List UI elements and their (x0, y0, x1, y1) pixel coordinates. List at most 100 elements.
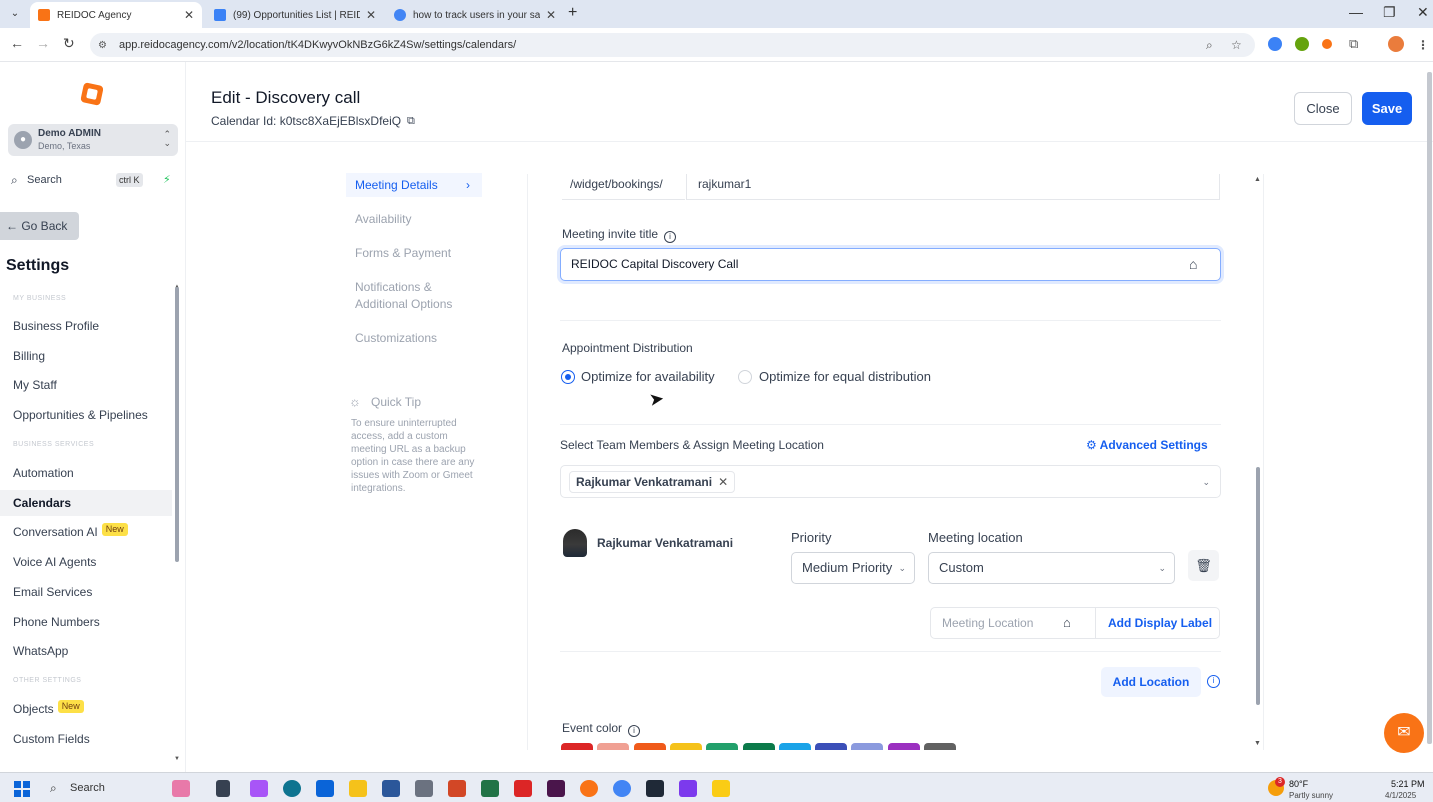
meeting-location-input[interactable]: Meeting Location (942, 616, 1033, 630)
firefox-icon[interactable] (580, 780, 598, 797)
tab-search-icon[interactable]: ⌄ (6, 6, 24, 22)
sidebar-item-opportunities[interactable]: Opportunities & Pipelines (0, 402, 172, 428)
file-explorer-icon[interactable] (349, 780, 367, 797)
radio-equal-distribution[interactable] (738, 370, 752, 384)
browser-tab[interactable]: REIDOC Agency ✕ (30, 2, 202, 28)
windows-start-icon[interactable] (14, 781, 30, 797)
color-swatch[interactable] (669, 743, 702, 750)
new-tab-icon[interactable]: + (568, 4, 577, 22)
excel-icon[interactable] (481, 780, 499, 797)
word-icon[interactable] (382, 780, 400, 797)
radio-optimize-availability[interactable] (561, 370, 575, 384)
copilot-icon[interactable] (250, 780, 268, 797)
zoom-icon[interactable]: ⌕ (1206, 38, 1213, 53)
clock-date[interactable]: 4/1/2025 (1385, 791, 1416, 800)
sidebar-scrollbar[interactable] (175, 287, 179, 562)
extension-icon[interactable] (1295, 37, 1309, 51)
clock-time[interactable]: 5:21 PM (1391, 779, 1425, 789)
sticky-notes-icon[interactable] (712, 780, 730, 797)
minimize-icon[interactable]: — (1349, 4, 1363, 20)
priority-select[interactable]: Medium Priority ⌄ (791, 552, 915, 584)
profile-avatar[interactable] (1388, 36, 1404, 52)
color-swatch[interactable] (887, 743, 920, 750)
scroll-down-icon[interactable]: ▼ (1254, 740, 1261, 747)
sidebar-item-voice-ai[interactable]: Voice AI Agents (0, 549, 172, 575)
url-field[interactable]: ⚙ app.reidocagency.com/v2/location/tK4DK… (90, 33, 1255, 57)
page-scrollbar[interactable] (1427, 72, 1432, 744)
close-icon[interactable]: ✕ (546, 8, 556, 22)
step-forms-payment[interactable]: Forms & Payment (346, 245, 482, 262)
info-icon[interactable]: i (628, 725, 641, 737)
team-member-select[interactable]: Rajkumar Venkatramani ✕ ⌄ (560, 465, 1221, 498)
copy-icon[interactable]: ⧉ (407, 115, 415, 128)
edge-icon[interactable] (283, 780, 301, 797)
sidebar-item-custom-fields[interactable]: Custom Fields (0, 726, 172, 752)
sidebar-item-objects[interactable]: Objects New (0, 696, 172, 722)
color-swatch[interactable] (561, 743, 593, 750)
outlook-icon[interactable] (316, 780, 334, 797)
add-display-label-button[interactable]: Add Display Label (1108, 616, 1212, 630)
browser-menu-icon[interactable]: ⋮ (1417, 38, 1429, 52)
sidebar-item-phone-numbers[interactable]: Phone Numbers (0, 609, 172, 635)
flowers-widget-icon[interactable] (172, 780, 190, 797)
color-swatch[interactable] (851, 743, 884, 750)
booking-slug-input[interactable]: rajkumar1 (686, 174, 1220, 200)
sidebar-item-calendars[interactable]: Calendars (0, 490, 172, 516)
clickup-icon[interactable] (679, 780, 697, 797)
forward-arrow-icon[interactable]: → (36, 35, 50, 51)
info-icon[interactable]: i (1207, 675, 1220, 688)
color-swatch[interactable] (633, 743, 666, 750)
sidebar-search[interactable]: ⌕ Search ctrl K ⚡ (8, 171, 178, 191)
zotero-icon[interactable] (514, 780, 532, 797)
save-button[interactable]: Save (1362, 92, 1412, 125)
extension-icon[interactable] (1322, 39, 1332, 49)
tag-icon[interactable]: ⌂ (1063, 615, 1071, 630)
reload-icon[interactable]: ↻ (63, 35, 75, 52)
chrome-icon[interactable] (613, 780, 631, 797)
color-swatch[interactable] (742, 743, 775, 750)
close-icon[interactable]: ✕ (184, 8, 194, 22)
browser-tab[interactable]: (99) Opportunities List | REIDOC ✕ (206, 2, 384, 28)
sidebar-item-email-services[interactable]: Email Services (0, 579, 172, 605)
info-icon[interactable]: i (664, 231, 677, 243)
bookmark-star-icon[interactable]: ☆ (1231, 38, 1242, 52)
browser-tab[interactable]: how to track users in your saas ✕ (386, 2, 564, 28)
step-customizations[interactable]: Customizations (346, 330, 482, 347)
meeting-location-select[interactable]: Custom ⌄ (928, 552, 1175, 584)
app-icon[interactable] (646, 780, 664, 797)
step-availability[interactable]: Availability (346, 211, 482, 228)
sidebar-item-business-profile[interactable]: Business Profile (0, 313, 172, 339)
go-back-button[interactable]: ← Go Back (0, 212, 79, 240)
site-info-icon[interactable]: ⚙ (98, 40, 107, 51)
close-icon[interactable]: ✕ (366, 8, 376, 22)
color-swatch[interactable] (706, 743, 739, 750)
account-switcher[interactable]: ● Demo ADMIN Demo, Texas ⌃ ⌄ (8, 124, 178, 156)
restore-icon[interactable]: ❐ (1383, 4, 1396, 21)
trash-icon[interactable]: 🗑 (1188, 550, 1219, 581)
puzzle-extensions-icon[interactable]: ⧉ (1349, 36, 1358, 52)
app-logo[interactable] (80, 82, 104, 106)
scroll-down-icon[interactable]: ▼ (174, 756, 180, 762)
sidebar-item-conversation-ai[interactable]: Conversation AI New (0, 519, 172, 545)
close-button[interactable]: Close (1294, 92, 1352, 125)
tag-icon[interactable]: ⌂ (1189, 256, 1197, 272)
step-meeting-details[interactable]: Meeting Details › (346, 173, 482, 197)
sidebar-item-automation[interactable]: Automation (0, 460, 172, 486)
color-swatch[interactable] (924, 743, 956, 750)
sidebar-item-my-staff[interactable]: My Staff (0, 372, 172, 398)
chat-help-icon[interactable]: ✉ (1384, 713, 1424, 753)
back-arrow-icon[interactable]: ← (10, 35, 24, 51)
advanced-settings-link[interactable]: ⚙ Advanced Settings (1086, 438, 1208, 452)
extension-icon[interactable] (1268, 37, 1282, 51)
color-swatch[interactable] (597, 743, 630, 750)
window-close-icon[interactable]: ✕ (1417, 4, 1429, 21)
slack-icon[interactable] (547, 780, 565, 797)
form-scrollbar[interactable] (1256, 467, 1260, 705)
step-notifications[interactable]: Notifications & Additional Options (346, 279, 464, 313)
sidebar-item-whatsapp[interactable]: WhatsApp (0, 638, 172, 664)
invite-title-input[interactable]: REIDOC Capital Discovery Call (560, 248, 1221, 281)
powerpoint-icon[interactable] (448, 780, 466, 797)
taskbar-search[interactable]: Search (70, 782, 105, 794)
calculator-icon[interactable] (415, 780, 433, 797)
add-location-button[interactable]: Add Location (1101, 667, 1201, 697)
